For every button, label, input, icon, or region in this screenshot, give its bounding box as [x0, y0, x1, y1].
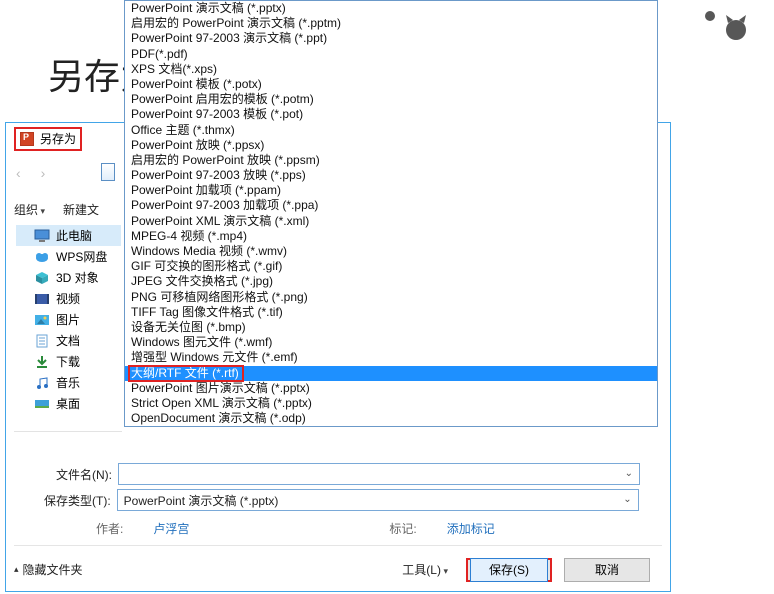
- sidebar-item-label: 下载: [56, 353, 80, 370]
- sidebar-item-label: 音乐: [56, 374, 80, 391]
- filetype-option[interactable]: OpenDocument 演示文稿 (*.odp): [125, 411, 657, 426]
- tags-label: 标记:: [389, 520, 416, 537]
- bottom-bar: ▴ 隐藏文件夹 工具(L) 保存(S) 取消: [14, 545, 662, 585]
- nav-arrows: ‹ ›: [16, 165, 45, 181]
- filetype-option[interactable]: PNG 可移植网络图形格式 (*.png): [125, 290, 657, 305]
- filetype-value: PowerPoint 演示文稿 (*.pptx): [124, 492, 279, 509]
- filetype-option[interactable]: PowerPoint XML 演示文稿 (*.xml): [125, 214, 657, 229]
- hide-folders-toggle[interactable]: ▴ 隐藏文件夹: [14, 561, 83, 578]
- sidebar: 此电脑 WPS网盘 3D 对象 视频 图片 文档 下载 音乐: [16, 225, 121, 414]
- filetype-option[interactable]: PowerPoint 97-2003 演示文稿 (*.ppt): [125, 31, 657, 46]
- filetype-option[interactable]: Office 主题 (*.thmx): [125, 123, 657, 138]
- sidebar-item-downloads[interactable]: 下载: [16, 351, 121, 372]
- filetype-option[interactable]: 增强型 Windows 元文件 (*.emf): [125, 350, 657, 365]
- filetype-option[interactable]: PowerPoint 加载项 (*.ppam): [125, 183, 657, 198]
- cloud-icon: [34, 250, 50, 264]
- filetype-option[interactable]: PowerPoint 图片演示文稿 (*.pptx): [125, 381, 657, 396]
- sidebar-item-3d[interactable]: 3D 对象: [16, 267, 121, 288]
- filetype-option[interactable]: 启用宏的 PowerPoint 放映 (*.ppsm): [125, 153, 657, 168]
- desktop-icon: [34, 397, 50, 411]
- save-button-highlight: 保存(S): [466, 558, 552, 582]
- download-icon: [34, 355, 50, 369]
- chevron-down-icon: ⌄: [625, 468, 633, 479]
- filetype-option[interactable]: PowerPoint 97-2003 加载项 (*.ppa): [125, 198, 657, 213]
- new-folder-button[interactable]: 新建文: [63, 201, 99, 218]
- sidebar-item-this-pc[interactable]: 此电脑: [16, 225, 121, 246]
- sidebar-item-label: 视频: [56, 290, 80, 307]
- sidebar-item-wps[interactable]: WPS网盘: [16, 246, 121, 267]
- organize-menu[interactable]: 组织: [14, 201, 45, 218]
- cube-icon: [34, 271, 50, 285]
- filetype-option[interactable]: Strict Open XML 演示文稿 (*.pptx): [125, 396, 657, 411]
- filetype-option[interactable]: MPEG-4 视频 (*.mp4): [125, 229, 657, 244]
- highlight-box: 大纲/RTF 文件 (*.rtf): [128, 365, 244, 382]
- sidebar-item-label: 文档: [56, 332, 80, 349]
- filetype-option[interactable]: Windows 图元文件 (*.wmf): [125, 335, 657, 350]
- sidebar-item-label: 桌面: [56, 395, 80, 412]
- back-button[interactable]: ‹: [16, 165, 21, 181]
- powerpoint-icon: [20, 132, 34, 146]
- sidebar-item-label: WPS网盘: [56, 248, 107, 265]
- forward-button[interactable]: ›: [41, 165, 46, 181]
- filetype-dropdown[interactable]: PowerPoint 演示文稿 (*.pptx) ⌄: [117, 489, 639, 511]
- author-value[interactable]: 卢浮宫: [153, 520, 189, 537]
- sidebar-item-music[interactable]: 音乐: [16, 372, 121, 393]
- sidebar-item-documents[interactable]: 文档: [16, 330, 121, 351]
- filetype-option[interactable]: PDF(*.pdf): [125, 47, 657, 62]
- video-icon: [34, 292, 50, 306]
- filetype-option[interactable]: GIF 可交换的图形格式 (*.gif): [125, 259, 657, 274]
- path-file-icon: [101, 163, 115, 181]
- sidebar-item-pictures[interactable]: 图片: [16, 309, 121, 330]
- music-icon: [34, 376, 50, 390]
- hide-folders-label: 隐藏文件夹: [23, 561, 83, 578]
- save-button[interactable]: 保存(S): [470, 558, 548, 582]
- dialog-title-area: 另存为: [14, 127, 82, 151]
- separator: [14, 431, 122, 432]
- sidebar-item-label: 3D 对象: [56, 269, 99, 286]
- document-icon: [34, 334, 50, 348]
- filetype-option[interactable]: PowerPoint 演示文稿 (*.pptx): [125, 1, 657, 16]
- filetype-option[interactable]: TIFF Tag 图像文件格式 (*.tif): [125, 305, 657, 320]
- tools-menu[interactable]: 工具(L): [402, 561, 448, 578]
- picture-icon: [34, 313, 50, 327]
- filetype-option[interactable]: Windows Media 视频 (*.wmv): [125, 244, 657, 259]
- filetype-option[interactable]: PowerPoint 97-2003 模板 (*.pot): [125, 107, 657, 122]
- dialog-title: 另存为: [40, 130, 76, 147]
- sidebar-item-videos[interactable]: 视频: [16, 288, 121, 309]
- sidebar-item-label: 此电脑: [56, 227, 92, 244]
- filetype-option[interactable]: XPS 文档(*.xps): [125, 62, 657, 77]
- filename-input[interactable]: ⌄: [118, 463, 640, 485]
- filetype-option[interactable]: PowerPoint 97-2003 放映 (*.pps): [125, 168, 657, 183]
- chevron-down-icon: ⌄: [623, 494, 631, 505]
- filename-label: 文件名(N):: [56, 466, 112, 483]
- filetype-option[interactable]: 启用宏的 PowerPoint 演示文稿 (*.pptm): [125, 16, 657, 31]
- monitor-icon: [34, 229, 50, 243]
- cancel-button[interactable]: 取消: [564, 558, 650, 582]
- toolbar: 组织 新建文: [14, 201, 99, 218]
- tags-value[interactable]: 添加标记: [447, 520, 495, 537]
- sidebar-item-desktop[interactable]: 桌面: [16, 393, 121, 414]
- author-label: 作者:: [96, 520, 123, 537]
- filetype-option[interactable]: JPEG 文件交换格式 (*.jpg): [125, 274, 657, 289]
- caret-up-icon: ▴: [14, 564, 19, 575]
- filetype-option[interactable]: 设备无关位图 (*.bmp): [125, 320, 657, 335]
- filetype-label: 保存类型(T):: [44, 492, 111, 509]
- filetype-option[interactable]: PowerPoint 启用宏的模板 (*.potm): [125, 92, 657, 107]
- filetype-option[interactable]: 大纲/RTF 文件 (*.rtf)大纲/RTF 文件 (*.rtf): [125, 366, 657, 381]
- metadata-row: 作者: 卢浮宫 标记: 添加标记: [96, 520, 495, 537]
- filetype-option[interactable]: PowerPoint 模板 (*.potx): [125, 77, 657, 92]
- filetype-option[interactable]: PowerPoint 放映 (*.ppsx): [125, 138, 657, 153]
- sidebar-item-label: 图片: [56, 311, 80, 328]
- filetype-options-list[interactable]: PowerPoint 演示文稿 (*.pptx)启用宏的 PowerPoint …: [124, 0, 658, 427]
